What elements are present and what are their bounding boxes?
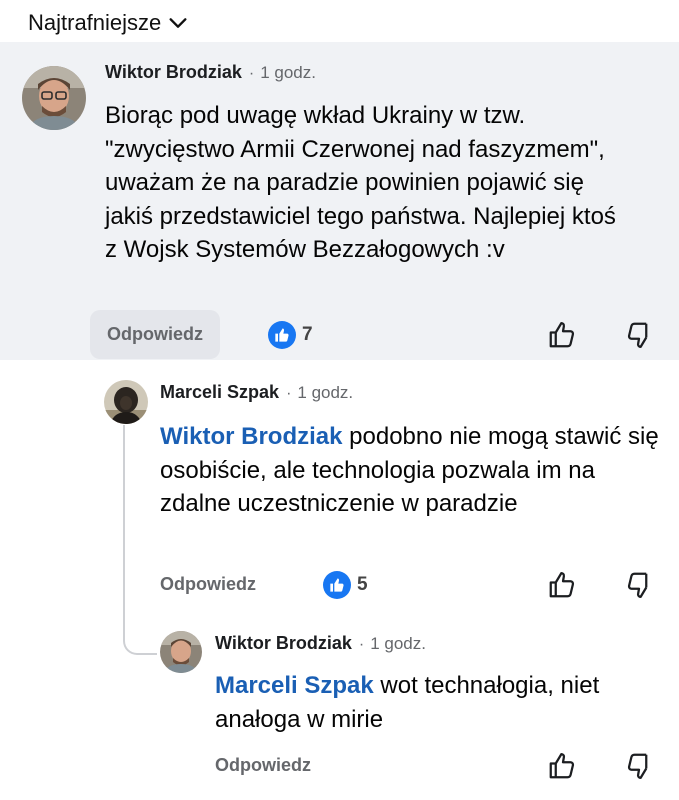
comment-meta: Wiktor Brodziak · 1 godz.	[105, 62, 316, 83]
thumbs-up-outline-icon[interactable]	[547, 751, 577, 781]
comment-meta: Marceli Szpak · 1 godz.	[160, 382, 353, 403]
thumbs-up-outline-icon[interactable]	[547, 570, 577, 600]
reply-button[interactable]: Odpowiedz	[90, 310, 220, 359]
thumbs-up-icon	[268, 321, 296, 349]
comment-author[interactable]: Wiktor Brodziak	[215, 633, 352, 654]
like-count: 7	[302, 324, 313, 345]
separator-dot: ·	[248, 65, 255, 82]
avatar[interactable]	[160, 631, 202, 673]
reaction-count[interactable]: 7	[268, 321, 313, 349]
thread-line	[123, 425, 125, 595]
comment-text: Marceli Szpak wot technałogia, niet anał…	[215, 669, 665, 736]
thumbs-down-outline-icon[interactable]	[625, 570, 655, 600]
thumbs-down-outline-icon[interactable]	[625, 751, 655, 781]
like-count: 5	[357, 574, 368, 595]
comment-text: Biorąc pod uwagę wkład Ukrainy w tzw. "z…	[105, 99, 620, 267]
avatar[interactable]	[22, 66, 86, 130]
comment-meta: Wiktor Brodziak · 1 godz.	[215, 633, 426, 654]
comment-time[interactable]: 1 godz.	[260, 63, 316, 83]
sort-dropdown[interactable]: Najtrafniejsze	[28, 6, 189, 40]
separator-dot: ·	[358, 636, 365, 653]
comment-time[interactable]: 1 godz.	[297, 383, 353, 403]
comment-time[interactable]: 1 godz.	[370, 634, 426, 654]
reply-button[interactable]: Odpowiedz	[215, 755, 311, 776]
mention-link[interactable]: Wiktor Brodziak	[160, 423, 342, 450]
separator-dot: ·	[286, 385, 292, 402]
avatar[interactable]	[104, 380, 148, 424]
reaction-count[interactable]: 5	[323, 571, 368, 599]
reply-label: Odpowiedz	[215, 755, 311, 775]
reply-label: Odpowiedz	[160, 574, 256, 594]
mention-link[interactable]: Marceli Szpak	[215, 672, 374, 699]
reply-label: Odpowiedz	[107, 324, 203, 344]
comment-author[interactable]: Marceli Szpak	[160, 382, 279, 403]
chevron-down-icon	[169, 18, 187, 28]
comment-body: Biorąc pod uwagę wkład Ukrainy w tzw. "z…	[105, 102, 616, 263]
comment-text: Wiktor Brodziak podobno nie mogą stawić …	[160, 420, 660, 521]
comment-author[interactable]: Wiktor Brodziak	[105, 62, 242, 83]
thread-connector	[123, 593, 157, 655]
sort-label: Najtrafniejsze	[28, 10, 162, 35]
reply-button[interactable]: Odpowiedz	[160, 574, 256, 595]
thumbs-up-icon	[323, 571, 351, 599]
thumbs-up-outline-icon[interactable]	[547, 320, 577, 350]
thumbs-down-outline-icon[interactable]	[625, 320, 655, 350]
